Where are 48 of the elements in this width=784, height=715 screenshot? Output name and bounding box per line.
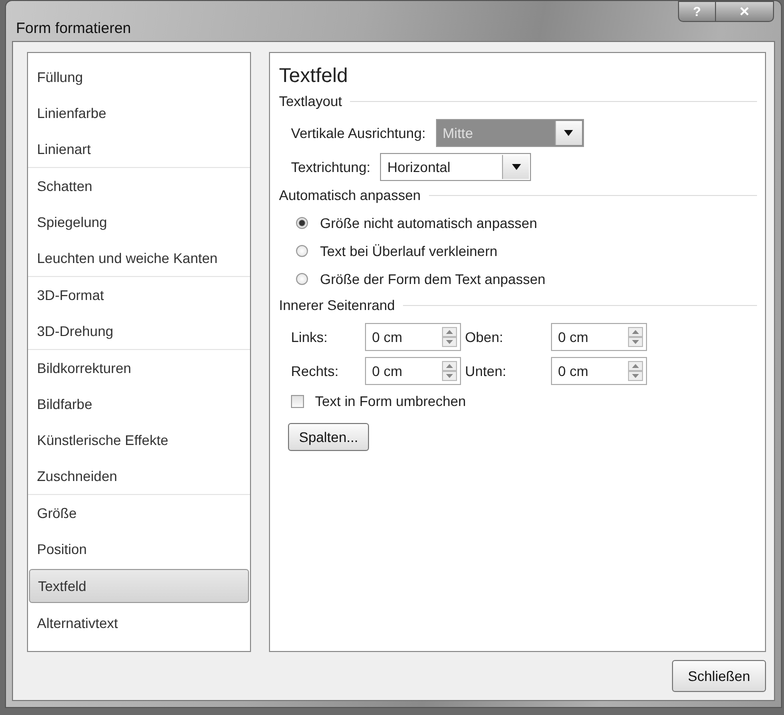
spin-field[interactable]: 0 cm xyxy=(365,323,461,351)
field-label: Vertikale Ausrichtung: xyxy=(291,125,426,141)
radio-label: Größe der Form dem Text anpassen xyxy=(320,271,546,287)
radio-button[interactable] xyxy=(296,273,308,285)
spin-arrows-icon xyxy=(442,361,457,381)
sidebar-item[interactable]: Linienart xyxy=(29,131,249,167)
sidebar-item[interactable]: Schatten xyxy=(29,168,249,204)
sidebar-item[interactable]: Alternativtext xyxy=(29,605,249,641)
field-label: Textrichtung: xyxy=(291,159,370,175)
sidebar-item[interactable]: Künstlerische Effekte xyxy=(29,422,249,458)
field-label: Rechts: xyxy=(291,363,340,379)
section-heading: Textlayout xyxy=(279,93,342,109)
radio-label: Text bei Überlauf verkleinern xyxy=(320,243,498,259)
spin-field[interactable]: 0 cm xyxy=(365,357,461,385)
sidebar-item[interactable]: Position xyxy=(29,531,249,567)
section-heading: Innerer Seitenrand xyxy=(279,297,395,313)
spin-arrows-icon xyxy=(628,327,643,347)
field-label: Oben: xyxy=(465,329,504,345)
sidebar-item[interactable]: Linienfarbe xyxy=(29,95,249,131)
caret-icon xyxy=(564,130,574,136)
window-title: Form formatieren xyxy=(16,20,132,37)
radio-button[interactable] xyxy=(296,217,308,229)
sidebar-item[interactable]: Leuchten und weiche Kanten xyxy=(29,240,249,276)
sidebar-item[interactable]: Spiegelung xyxy=(29,204,249,240)
sidebar-item[interactable]: 3D-Format xyxy=(29,277,249,313)
checkbox-label: Text in Form umbrechen xyxy=(315,393,466,409)
close-dialog-button[interactable]: Schließen xyxy=(672,660,766,692)
sidebar-item[interactable]: Zuschneiden xyxy=(29,458,249,494)
sidebar-item[interactable]: Textfeld xyxy=(29,569,249,603)
dropdown[interactable]: Horizontal xyxy=(380,153,532,181)
spin-arrows-icon xyxy=(628,361,643,381)
columns-button[interactable]: Spalten... xyxy=(288,423,370,451)
sidebar-item[interactable]: 3D-Drehung xyxy=(29,313,249,349)
spin-field[interactable]: 0 cm xyxy=(551,357,647,385)
panel-title: Textfeld xyxy=(279,65,349,88)
field-label: Unten: xyxy=(465,363,508,379)
section-heading: Automatisch anpassen xyxy=(279,187,421,203)
sidebar-item[interactable]: Größe xyxy=(29,495,249,531)
spin-arrows-icon xyxy=(442,327,457,347)
radio-button[interactable] xyxy=(296,245,308,257)
radio-label: Größe nicht automatisch anpassen xyxy=(320,215,538,231)
checkbox[interactable] xyxy=(291,394,304,408)
caret-icon xyxy=(512,164,521,170)
spin-field[interactable]: 0 cm xyxy=(551,323,647,351)
sidebar-item[interactable]: Füllung xyxy=(29,59,249,95)
field-label: Links: xyxy=(291,329,329,345)
sidebar-item[interactable]: Bildfarbe xyxy=(29,386,249,422)
sidebar-item[interactable]: Bildkorrekturen xyxy=(29,350,249,386)
